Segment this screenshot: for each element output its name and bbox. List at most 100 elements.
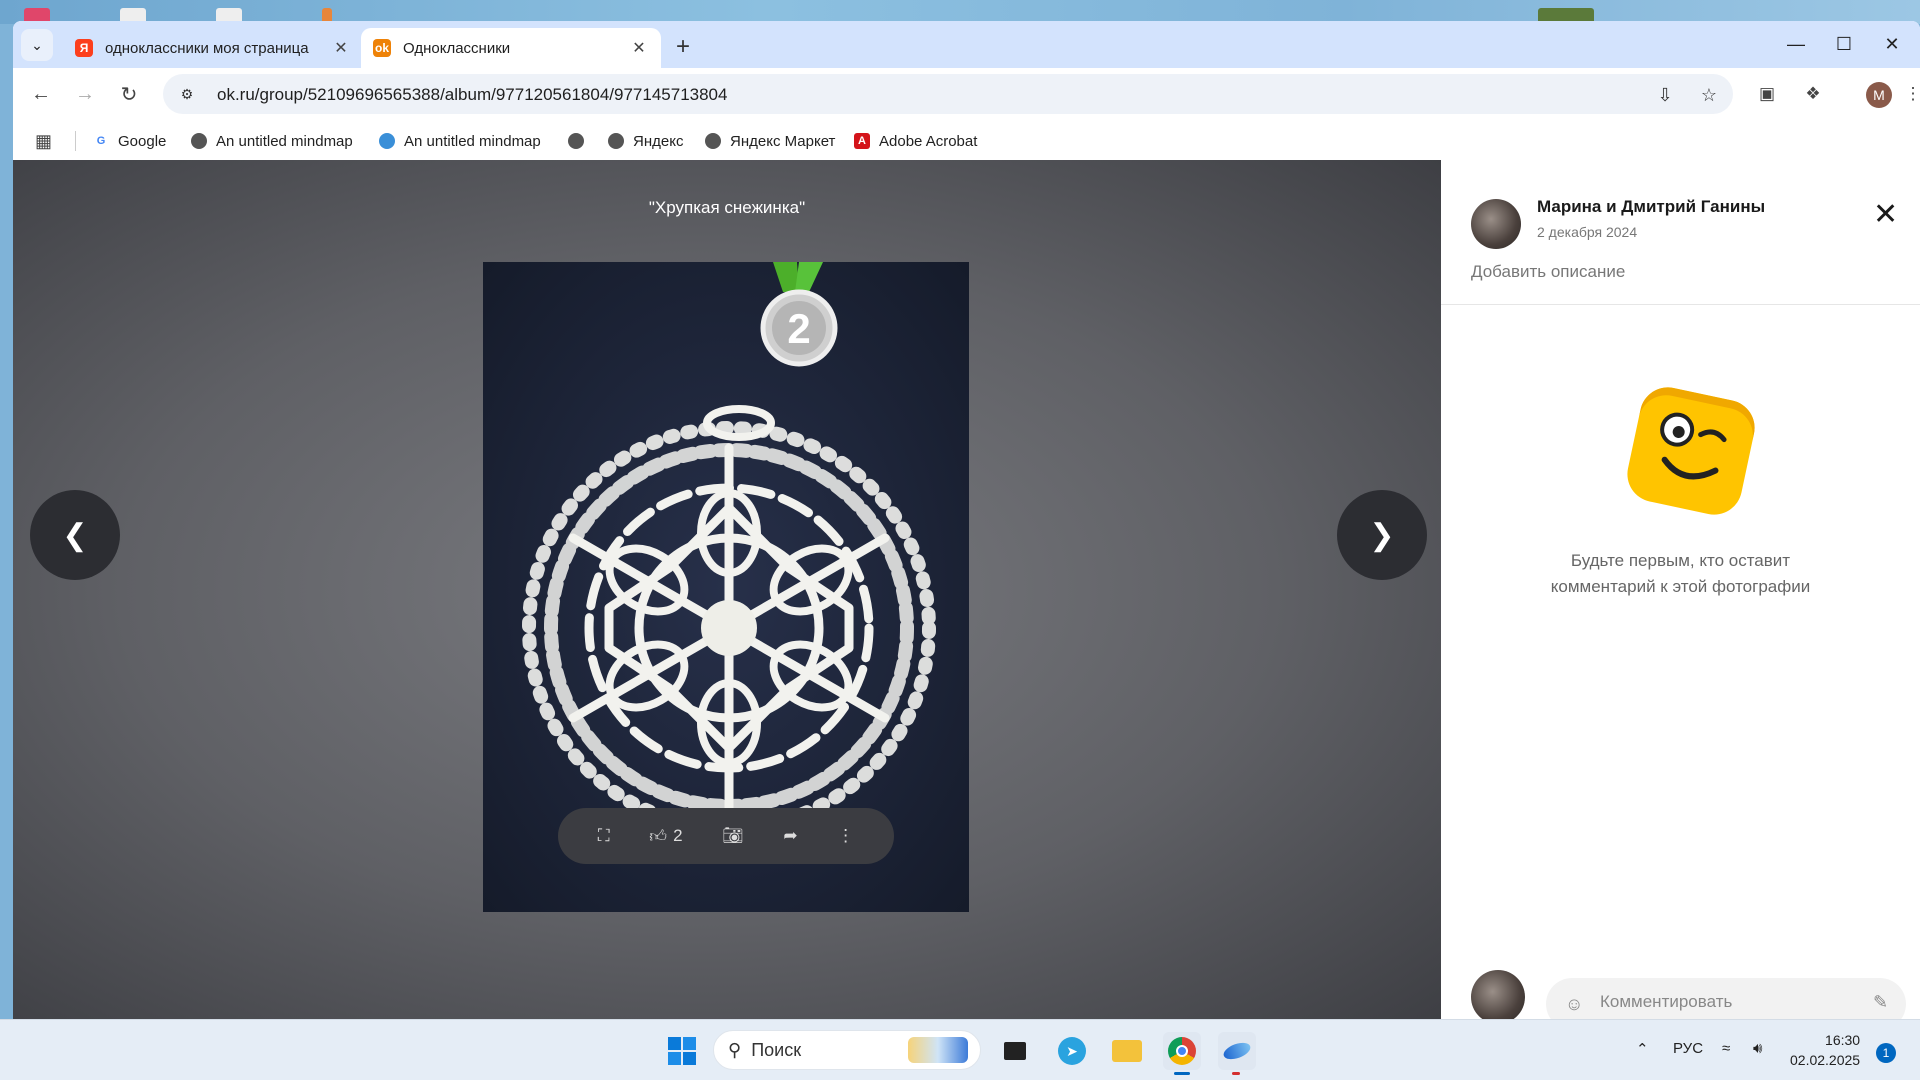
minimize-button[interactable]: —	[1773, 27, 1819, 61]
address-bar[interactable]: ⚙ ok.ru/group/52109696565388/album/97712…	[163, 74, 1733, 114]
photo-action-bar: ⛶ 👍︎ 2 📷︎ ➦ ⋮	[558, 808, 894, 864]
photo-side-panel: Марина и Дмитрий Ганины 2 декабря 2024 ✕…	[1441, 160, 1920, 1019]
extensions-icon[interactable]: ❖	[1797, 78, 1829, 110]
empty-comments-text: Будьте первым, кто оставит комментарий к…	[1441, 548, 1920, 600]
globe-icon	[705, 133, 721, 149]
ok-favicon-icon: ok	[373, 39, 391, 57]
maximize-button[interactable]: ☐	[1821, 27, 1867, 61]
wifi-icon[interactable]: ≈	[1722, 1040, 1730, 1057]
chrome-button[interactable]	[1163, 1032, 1201, 1070]
camera-button[interactable]: 📷︎	[722, 826, 744, 846]
search-label: Поиск	[751, 1039, 802, 1060]
close-viewer-button[interactable]: ✕	[1873, 200, 1898, 230]
file-explorer-button[interactable]	[1108, 1032, 1146, 1070]
bookmark-label: Яндекс	[633, 132, 684, 150]
bookmarks-bar: ▦ G Google An untitled mindmap An untitl…	[13, 120, 1920, 160]
arrow-left-icon: ←	[31, 82, 51, 105]
author-name[interactable]: Марина и Дмитрий Ганины	[1537, 197, 1765, 217]
medal-number: 2	[787, 305, 810, 352]
bookmark-google[interactable]: G Google	[93, 130, 167, 152]
browser-window: ⌄ Я одноклассники моя страница ✕ ok Одно…	[13, 21, 1920, 1019]
task-view-icon	[1004, 1042, 1026, 1060]
close-icon: ✕	[1873, 198, 1899, 231]
running-indicator	[1174, 1072, 1190, 1075]
clock-date: 02.02.2025	[1790, 1052, 1861, 1068]
apps-grid-button[interactable]: ▦	[35, 130, 52, 152]
empty-comments-line: комментарий к этой фотографии	[1550, 577, 1811, 596]
bookmark-yandex[interactable]: Яндекс	[608, 130, 683, 152]
tab-yandex-search[interactable]: Я одноклассники моя страница ✕	[63, 28, 363, 68]
browser-toolbar: ← → ↻ ⚙ ok.ru/group/52109696565388/album…	[13, 68, 1920, 120]
reload-icon: ↻	[120, 83, 138, 106]
author-avatar[interactable]	[1471, 199, 1521, 249]
reload-button[interactable]: ↻	[113, 78, 145, 110]
taskbar: ⚲ Поиск ➤ ⌃ РУС ≈ 🔊︎ 16:30 02.02.2025 1	[0, 1019, 1920, 1080]
install-app-icon[interactable]: ⇩	[1653, 83, 1677, 107]
profile-avatar[interactable]: M	[1866, 82, 1892, 108]
close-icon[interactable]: ✕	[331, 38, 351, 58]
attach-icon[interactable]: ✎	[1873, 992, 1888, 1013]
add-description-link[interactable]: Добавить описание	[1471, 262, 1625, 282]
show-hidden-icons-button[interactable]: ⌃	[1636, 1040, 1649, 1058]
forward-button[interactable]: →	[69, 78, 101, 110]
close-window-button[interactable]: ✕	[1869, 27, 1915, 61]
more-icon: ⋮	[837, 826, 855, 845]
volume-icon[interactable]: 🔊︎	[1753, 1040, 1762, 1057]
bookmark-mindmap-1[interactable]: An untitled mindmap	[191, 130, 353, 152]
chevron-right-icon: ❯	[1369, 518, 1395, 552]
bookmark-label: Google	[118, 132, 167, 150]
app-icon	[1221, 1039, 1253, 1063]
clock[interactable]: 16:30 02.02.2025	[1790, 1030, 1860, 1070]
app-button[interactable]	[1218, 1032, 1256, 1070]
tab-odnoklassniki[interactable]: ok Одноклассники ✕	[361, 28, 661, 68]
globe-icon	[568, 133, 584, 149]
start-button[interactable]	[663, 1032, 701, 1070]
acrobat-icon: A	[854, 133, 870, 149]
bookmark-label: An untitled mindmap	[216, 132, 353, 150]
google-icon: G	[96, 135, 106, 147]
close-icon[interactable]: ✕	[629, 38, 649, 58]
comment-input[interactable]: Комментировать	[1546, 978, 1906, 1019]
apps-grid-icon: ▦	[35, 130, 53, 151]
new-tab-button[interactable]: +	[669, 33, 697, 61]
arrow-right-icon: →	[75, 82, 95, 105]
chevron-left-icon: ❮	[62, 518, 88, 552]
chevron-down-icon: ⌄	[31, 36, 43, 53]
search-icon: ⚲	[728, 1039, 742, 1060]
back-button[interactable]: ←	[25, 78, 57, 110]
tab-bar: ⌄ Я одноклассники моя страница ✕ ok Одно…	[13, 21, 1920, 68]
taskbar-search[interactable]: ⚲ Поиск	[713, 1030, 981, 1070]
bookmark-adobe-acrobat[interactable]: A Adobe Acrobat	[854, 130, 977, 152]
site-settings-icon[interactable]: ⚙	[175, 82, 199, 106]
share-icon: ➦	[783, 826, 798, 845]
chevron-up-icon: ⌃	[1636, 1041, 1649, 1058]
mindmap-icon	[379, 133, 395, 149]
emoji-icon[interactable]: ☺	[1565, 994, 1583, 1015]
bookmark-label: Adobe Acrobat	[879, 132, 978, 150]
task-view-button[interactable]	[996, 1032, 1034, 1070]
like-button[interactable]: 👍︎ 2	[649, 826, 682, 847]
share-button[interactable]: ➦	[783, 826, 797, 846]
user-avatar	[1471, 970, 1525, 1019]
bookmark-star-icon[interactable]: ☆	[1697, 83, 1721, 107]
bookmark-mindmap-2[interactable]: An untitled mindmap	[379, 130, 541, 152]
bookmark-untitled[interactable]	[568, 130, 593, 152]
fullscreen-button[interactable]: ⛶	[598, 826, 610, 846]
notification-badge[interactable]: 1	[1876, 1043, 1896, 1063]
more-button[interactable]: ⋮	[837, 826, 854, 846]
url-text[interactable]: ok.ru/group/52109696565388/album/9771205…	[217, 85, 727, 105]
camera-icon: 📷︎	[722, 826, 744, 845]
folder-icon	[1112, 1040, 1142, 1062]
cast-icon[interactable]: ▣	[1751, 78, 1783, 110]
previous-photo-button[interactable]: ❮	[30, 490, 120, 580]
tab-search-button[interactable]: ⌄	[21, 29, 53, 61]
menu-kebab-icon[interactable]: ⋮	[1897, 78, 1920, 110]
wink-emoji-icon	[1622, 382, 1760, 520]
bookmark-label: An untitled mindmap	[404, 132, 541, 150]
bookmark-yandex-market[interactable]: Яндекс Маркет	[705, 130, 835, 152]
running-indicator	[1232, 1072, 1240, 1075]
telegram-button[interactable]: ➤	[1053, 1032, 1091, 1070]
language-indicator[interactable]: РУС	[1673, 1040, 1703, 1057]
windows-icon	[668, 1037, 696, 1065]
next-photo-button[interactable]: ❯	[1337, 490, 1427, 580]
